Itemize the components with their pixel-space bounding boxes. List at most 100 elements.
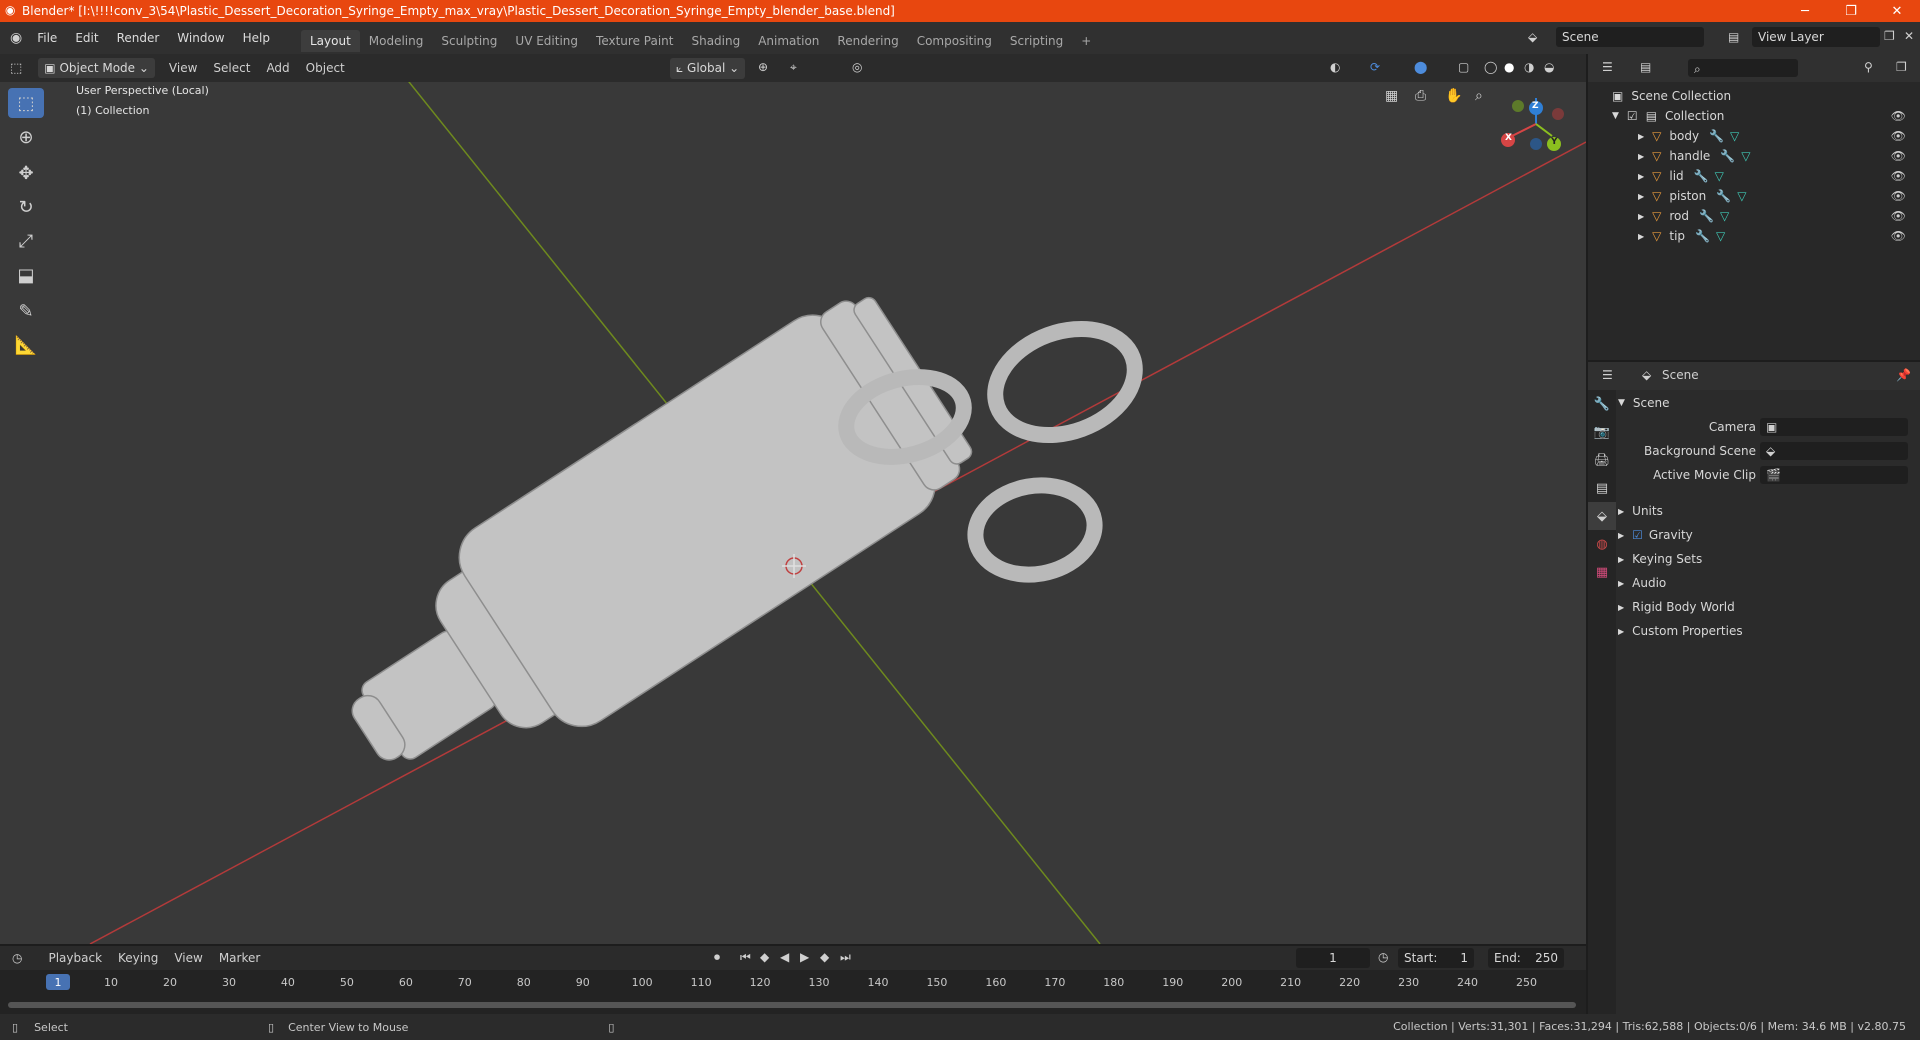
world-tab-icon[interactable]: ◍ xyxy=(1588,530,1616,558)
solid-shading-icon[interactable]: ● xyxy=(1504,60,1514,74)
material-shading-icon[interactable]: ◑ xyxy=(1524,60,1534,74)
eye-icon[interactable]: 👁 xyxy=(1891,209,1906,223)
tab-modeling[interactable]: Modeling xyxy=(360,30,433,52)
viewport-menu-select[interactable]: Select xyxy=(205,58,258,78)
checkbox-icon[interactable]: ☑ xyxy=(1627,109,1638,123)
new-view-layer-icon[interactable]: ❐ xyxy=(1884,29,1895,43)
menu-file[interactable]: File xyxy=(28,31,66,45)
texture-tab-icon[interactable]: ▦ xyxy=(1588,558,1616,586)
outliner-object-handle[interactable]: ▶ ▽ handle 🔧 ▽ 👁 xyxy=(1588,146,1920,166)
eye-icon[interactable]: 👁 xyxy=(1891,229,1906,243)
pin-icon[interactable]: 📌 xyxy=(1896,368,1911,382)
editor-type-icon[interactable]: ⬚ xyxy=(10,61,22,76)
expand-icon[interactable]: ▶ xyxy=(1638,172,1644,181)
annotate-tool-icon[interactable]: ✎ xyxy=(8,296,44,326)
timeline-editor-icon[interactable]: ◷ xyxy=(12,951,22,965)
outliner-editor-icon[interactable]: ☰ xyxy=(1602,60,1613,74)
outliner-object-piston[interactable]: ▶ ▽ piston 🔧 ▽ 👁 xyxy=(1588,186,1920,206)
timeline-scrollbar[interactable] xyxy=(8,1002,1576,1008)
modifier-icon[interactable]: 🔧 xyxy=(1694,169,1709,183)
viewport-menu-add[interactable]: Add xyxy=(258,58,297,78)
play-reverse-icon[interactable]: ◀ xyxy=(780,950,789,964)
remove-view-layer-icon[interactable]: ✕ xyxy=(1904,29,1914,43)
menu-help[interactable]: Help xyxy=(234,31,279,45)
measure-tool-icon[interactable]: 📐 xyxy=(8,330,44,360)
tab-animation[interactable]: Animation xyxy=(749,30,828,52)
eye-icon[interactable]: 👁 xyxy=(1891,109,1906,123)
mesh-data-icon[interactable]: ▽ xyxy=(1716,229,1725,243)
tool-tab-icon[interactable]: 🔧 xyxy=(1588,390,1616,418)
mesh-data-icon[interactable]: ▽ xyxy=(1737,189,1746,203)
navigation-gizmo[interactable] xyxy=(1496,84,1586,154)
menu-window[interactable]: Window xyxy=(168,31,233,45)
pivot-icon[interactable]: ⊕ xyxy=(758,60,768,74)
mesh-data-icon[interactable]: ▽ xyxy=(1741,149,1750,163)
outliner-object-tip[interactable]: ▶ ▽ tip 🔧 ▽ 👁 xyxy=(1588,226,1920,246)
cursor-tool-icon[interactable]: ⊕ xyxy=(8,122,44,152)
select-box-tool-icon[interactable]: ⬚ xyxy=(8,88,44,118)
play-icon[interactable]: ▶ xyxy=(800,950,809,964)
properties-editor-icon[interactable]: ☰ xyxy=(1602,368,1613,382)
overlay-toggle-icon[interactable]: ⬤ xyxy=(1414,60,1427,74)
expand-icon[interactable]: ▶ xyxy=(1638,232,1644,241)
outliner-collection[interactable]: ▼ ☑ ▤ Collection 👁 xyxy=(1588,106,1920,126)
gravity-panel[interactable]: ▶ ☑ Gravity xyxy=(1618,524,1918,546)
tab-texture-paint[interactable]: Texture Paint xyxy=(587,30,682,52)
camera-field[interactable]: ▣ xyxy=(1760,418,1908,436)
background-scene-field[interactable]: ⬙ xyxy=(1760,442,1908,460)
custom-properties-panel[interactable]: ▶ Custom Properties xyxy=(1618,620,1918,642)
audio-panel[interactable]: ▶ Audio xyxy=(1618,572,1918,594)
timeline-menu-view[interactable]: View xyxy=(166,948,210,968)
pan-hand-icon[interactable]: ✋ xyxy=(1445,88,1462,104)
tab-uv-editing[interactable]: UV Editing xyxy=(506,30,587,52)
3d-viewport[interactable]: User Perspective (Local) (1) Collection … xyxy=(0,82,1586,944)
jump-end-icon[interactable]: ⏭ xyxy=(840,950,851,965)
view-layer-tab-icon[interactable]: ▤ xyxy=(1588,474,1616,502)
modifier-icon[interactable]: 🔧 xyxy=(1699,209,1714,223)
modifier-icon[interactable]: 🔧 xyxy=(1695,229,1710,243)
modifier-icon[interactable]: 🔧 xyxy=(1716,189,1731,203)
xray-icon[interactable]: ▢ xyxy=(1458,60,1469,74)
scene-tab-icon[interactable]: ⬙ xyxy=(1588,502,1616,530)
mesh-data-icon[interactable]: ▽ xyxy=(1715,169,1724,183)
gizmo-toggle-icon[interactable]: ⟳ xyxy=(1370,60,1380,74)
record-icon[interactable]: ⏺ xyxy=(714,950,720,965)
scale-tool-icon[interactable]: ⤢ xyxy=(8,226,44,256)
rigid-body-world-panel[interactable]: ▶ Rigid Body World xyxy=(1618,596,1918,618)
view-layer-selector[interactable]: View Layer xyxy=(1752,27,1880,47)
tab-shading[interactable]: Shading xyxy=(682,30,749,52)
proportional-edit-icon[interactable]: ◎ xyxy=(852,60,862,74)
visibility-icon[interactable]: ◐ xyxy=(1330,60,1340,74)
scene-selector[interactable]: Scene xyxy=(1556,27,1704,47)
outliner-object-lid[interactable]: ▶ ▽ lid 🔧 ▽ 👁 xyxy=(1588,166,1920,186)
next-keyframe-icon[interactable]: ◆ xyxy=(820,950,829,964)
mesh-data-icon[interactable]: ▽ xyxy=(1730,129,1739,143)
tab-layout[interactable]: Layout xyxy=(300,30,360,52)
rotate-tool-icon[interactable]: ↻ xyxy=(8,192,44,222)
outliner-object-rod[interactable]: ▶ ▽ rod 🔧 ▽ 👁 xyxy=(1588,206,1920,226)
filter-icon[interactable]: ⚲ xyxy=(1864,60,1873,74)
gravity-checkbox[interactable]: ☑ xyxy=(1632,528,1643,542)
blender-menu-icon[interactable]: ◉ xyxy=(10,30,22,46)
eye-icon[interactable]: 👁 xyxy=(1891,149,1906,163)
outliner-scene-collection[interactable]: ▣ Scene Collection xyxy=(1588,86,1920,106)
eye-icon[interactable]: 👁 xyxy=(1891,189,1906,203)
units-panel[interactable]: ▶ Units xyxy=(1618,500,1918,522)
expand-icon[interactable]: ▶ xyxy=(1638,212,1644,221)
outliner-object-body[interactable]: ▶ ▽ body 🔧 ▽ 👁 xyxy=(1588,126,1920,146)
expand-icon[interactable]: ▼ xyxy=(1612,111,1619,121)
tab-compositing[interactable]: Compositing xyxy=(908,30,1001,52)
display-mode-icon[interactable]: ▤ xyxy=(1640,60,1651,74)
tab-scripting[interactable]: Scripting xyxy=(1001,30,1072,52)
expand-icon[interactable]: ▶ xyxy=(1638,152,1644,161)
end-frame-field[interactable]: End: 250 xyxy=(1488,948,1564,968)
start-frame-field[interactable]: Start: 1 xyxy=(1398,948,1474,968)
output-tab-icon[interactable]: 🖨 xyxy=(1588,446,1616,474)
scene-panel-header[interactable]: ▼ Scene xyxy=(1618,392,1918,414)
menu-render[interactable]: Render xyxy=(108,31,169,45)
zoom-icon[interactable]: ⌕ xyxy=(1475,88,1483,104)
timeline-menu-keying[interactable]: Keying xyxy=(110,948,166,968)
menu-edit[interactable]: Edit xyxy=(66,31,107,45)
move-tool-icon[interactable]: ✥ xyxy=(8,158,44,188)
preview-range-icon[interactable]: ◷ xyxy=(1378,950,1388,964)
